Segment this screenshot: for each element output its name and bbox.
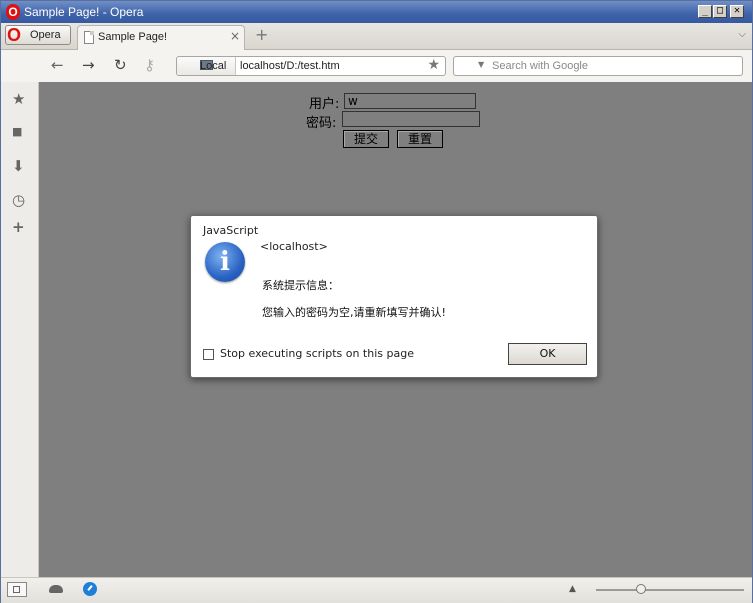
status-bar: ▲ bbox=[1, 577, 752, 603]
info-icon: i bbox=[205, 242, 245, 282]
submit-button[interactable]: 提交 bbox=[343, 130, 389, 148]
stop-scripts-checkbox[interactable] bbox=[203, 349, 214, 360]
minimize-button[interactable]: _ bbox=[698, 5, 712, 18]
window-title: Sample Page! - Opera bbox=[24, 5, 144, 19]
dialog-origin: <localhost> bbox=[260, 240, 328, 253]
address-field[interactable]: Local localhost/D:/test.htm ★ bbox=[176, 56, 446, 76]
side-panel: ★ ■ ⬇ ◷ + bbox=[1, 82, 39, 577]
opera-menu-label: Opera bbox=[30, 29, 61, 41]
zoom-slider-knob[interactable] bbox=[636, 584, 647, 594]
stop-scripts-label[interactable]: Stop executing scripts on this page bbox=[220, 347, 414, 360]
history-icon[interactable]: ◷ bbox=[12, 192, 25, 208]
password-label: 密码: bbox=[306, 116, 337, 131]
security-label: Local bbox=[200, 60, 227, 72]
opera-logo-icon: O bbox=[7, 25, 22, 45]
panel-toggle-icon[interactable] bbox=[7, 582, 27, 597]
search-engine-dropdown-icon[interactable]: ▼ bbox=[478, 60, 484, 69]
username-input[interactable]: w bbox=[344, 93, 476, 109]
dialog-title: JavaScript bbox=[203, 224, 259, 237]
opera-menu-button[interactable]: O Opera bbox=[5, 25, 71, 45]
notes-icon[interactable]: ■ bbox=[12, 124, 22, 140]
search-input[interactable] bbox=[492, 58, 732, 73]
address-toolbar: ← → ↻ ⚷ Local localhost/D:/test.htm ★ ▼ bbox=[1, 50, 752, 83]
zoom-slider[interactable] bbox=[596, 584, 744, 594]
tab-title: Sample Page! bbox=[98, 31, 168, 43]
back-icon[interactable]: ← bbox=[51, 57, 64, 73]
ok-button[interactable]: OK bbox=[508, 343, 587, 365]
browser-window: O Sample Page! - Opera _ □ ✕ O Opera Sam… bbox=[0, 0, 753, 603]
opera-link-cloud-icon[interactable] bbox=[49, 585, 63, 593]
tab-menu-icon[interactable]: ⌵ bbox=[738, 29, 746, 40]
url-text[interactable]: localhost/D:/test.htm bbox=[240, 60, 340, 72]
bookmarks-icon[interactable]: ★ bbox=[12, 91, 25, 107]
title-bar: O Sample Page! - Opera _ □ ✕ bbox=[1, 1, 752, 23]
close-button[interactable]: ✕ bbox=[730, 5, 744, 18]
close-tab-icon[interactable]: × bbox=[230, 29, 240, 43]
dialog-message-title: 系统提示信息： bbox=[262, 279, 339, 292]
opera-turbo-icon[interactable] bbox=[83, 582, 97, 596]
forward-icon[interactable]: → bbox=[82, 57, 95, 73]
tab-sample-page[interactable]: Sample Page! × bbox=[77, 25, 245, 50]
javascript-alert-dialog: JavaScript i <localhost> 系统提示信息： 您输入的密码为… bbox=[190, 215, 598, 378]
opera-logo-icon: O bbox=[6, 4, 20, 20]
page-icon bbox=[84, 31, 94, 44]
reset-button[interactable]: 重置 bbox=[397, 130, 443, 148]
downloads-icon[interactable]: ⬇ bbox=[12, 158, 25, 174]
security-badge[interactable]: Local bbox=[177, 57, 236, 75]
search-field[interactable]: ▼ bbox=[453, 56, 743, 76]
tab-bar: O Opera Sample Page! × + ⌵ bbox=[1, 23, 752, 50]
username-label: 用户: bbox=[309, 97, 340, 112]
password-input[interactable] bbox=[342, 111, 480, 127]
dialog-message-body: 您输入的密码为空,请重新填写并确认! bbox=[262, 306, 446, 319]
view-up-arrow-icon[interactable]: ▲ bbox=[569, 584, 576, 594]
add-panel-icon[interactable]: + bbox=[12, 219, 25, 235]
key-icon[interactable]: ⚷ bbox=[144, 57, 155, 73]
bookmark-star-icon[interactable]: ★ bbox=[427, 57, 440, 73]
maximize-button[interactable]: □ bbox=[713, 5, 727, 18]
new-tab-icon[interactable]: + bbox=[255, 27, 268, 43]
reload-icon[interactable]: ↻ bbox=[114, 57, 127, 73]
